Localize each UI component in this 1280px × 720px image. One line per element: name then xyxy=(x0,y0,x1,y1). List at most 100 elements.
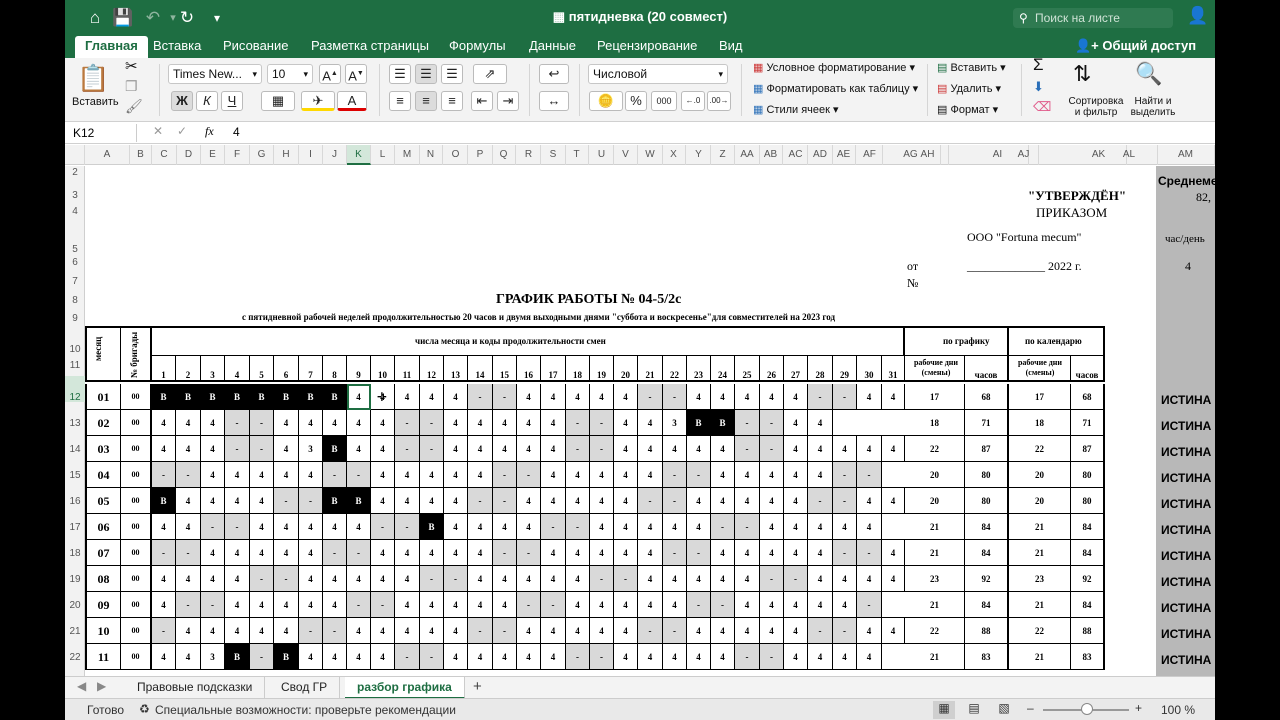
delete-cells-button[interactable]: ▤ Удалить ▾ xyxy=(937,83,1001,96)
day-cell[interactable]: - xyxy=(590,410,614,436)
sort-filter-icon[interactable]: ⇅ xyxy=(1073,62,1091,86)
day-cell[interactable]: 4 xyxy=(687,618,711,644)
day-cell[interactable]: 4 xyxy=(784,644,808,670)
day-cell[interactable]: 4 xyxy=(274,618,299,644)
cut-icon[interactable]: ✂ xyxy=(125,59,138,74)
day-cell[interactable]: - xyxy=(735,514,760,540)
day-cell[interactable]: В xyxy=(225,644,250,670)
row-header-9[interactable]: 9 xyxy=(65,311,85,326)
cal-workdays-cell[interactable]: 17 xyxy=(1009,384,1071,410)
cal-hours-cell[interactable]: 88 xyxy=(1071,618,1105,644)
align-center-icon[interactable]: ≡ xyxy=(415,91,437,111)
day-cell[interactable]: 4 xyxy=(711,566,735,592)
day-cell[interactable]: 4 xyxy=(760,618,784,644)
day-cell[interactable]: 4 xyxy=(323,566,347,592)
row-header-7[interactable]: 7 xyxy=(65,273,85,291)
day-cell[interactable]: 4 xyxy=(857,488,882,514)
day-cell[interactable]: 4 xyxy=(638,592,663,618)
day-cell[interactable]: - xyxy=(274,566,299,592)
day-cell[interactable]: - xyxy=(347,462,371,488)
day-cell[interactable]: 4 xyxy=(468,540,493,566)
column-header-o[interactable]: O xyxy=(444,145,468,165)
day-cell[interactable] xyxy=(882,410,905,436)
day-cell[interactable] xyxy=(882,462,905,488)
day-cell[interactable]: - xyxy=(566,436,590,462)
day-cell[interactable]: 4 xyxy=(201,462,225,488)
workdays-cell[interactable]: 17 xyxy=(905,384,965,410)
day-cell[interactable]: 4 xyxy=(566,462,590,488)
row-header-5[interactable]: 5 xyxy=(65,229,85,255)
cal-workdays-cell[interactable]: 21 xyxy=(1009,540,1071,566)
day-cell[interactable]: - xyxy=(663,540,687,566)
day-cell[interactable]: 4 xyxy=(614,540,638,566)
cal-workdays-cell[interactable]: 22 xyxy=(1009,618,1071,644)
day-cell[interactable]: - xyxy=(323,540,347,566)
align-top-icon[interactable]: ☰ xyxy=(389,64,411,84)
day-cell[interactable]: 4 xyxy=(493,592,517,618)
number-format-select[interactable]: Числовой ▾ xyxy=(588,64,728,84)
day-cell[interactable]: - xyxy=(299,488,323,514)
orientation-icon[interactable]: ⇗ xyxy=(473,64,507,84)
day-cell[interactable]: 4 xyxy=(176,514,201,540)
day-cell[interactable]: 4 xyxy=(395,462,420,488)
day-cell[interactable]: 4 xyxy=(323,514,347,540)
column-header-w[interactable]: W xyxy=(638,145,663,165)
day-cell[interactable]: - xyxy=(395,410,420,436)
column-header-x[interactable]: X xyxy=(662,145,686,165)
workdays-cell[interactable]: 21 xyxy=(905,514,965,540)
day-cell[interactable]: 4 xyxy=(614,384,638,410)
day-cell[interactable]: 4 xyxy=(444,410,468,436)
day-cell[interactable]: 4 xyxy=(566,488,590,514)
day-cell[interactable] xyxy=(882,514,905,540)
hours-cell[interactable]: 80 xyxy=(965,462,1009,488)
day-cell[interactable]: 4 xyxy=(663,436,687,462)
day-cell[interactable]: 4 xyxy=(735,618,760,644)
day-cell[interactable]: - xyxy=(663,488,687,514)
day-cell[interactable]: В xyxy=(347,488,371,514)
day-cell[interactable]: 4 xyxy=(347,436,371,462)
day-cell[interactable]: 4 xyxy=(638,410,663,436)
day-cell[interactable]: 4 xyxy=(468,592,493,618)
borders-icon[interactable]: ▦ xyxy=(261,91,295,111)
day-cell[interactable]: 4 xyxy=(225,618,250,644)
paste-button[interactable]: Вставить xyxy=(72,96,119,109)
day-cell[interactable]: 4 xyxy=(371,566,395,592)
add-sheet-icon[interactable]: + xyxy=(473,678,482,695)
zoom-in-icon[interactable]: + xyxy=(1135,701,1142,715)
hours-cell[interactable]: 84 xyxy=(965,514,1009,540)
day-cell[interactable]: 4 xyxy=(468,566,493,592)
cal-workdays-cell[interactable]: 20 xyxy=(1009,488,1071,514)
day-cell[interactable]: 4 xyxy=(395,566,420,592)
column-header-ad[interactable]: AD xyxy=(808,145,833,165)
day-cell[interactable] xyxy=(857,410,882,436)
day-cell[interactable]: - xyxy=(323,618,347,644)
day-cell[interactable]: - xyxy=(541,592,566,618)
day-cell[interactable]: - xyxy=(176,592,201,618)
row-header-13[interactable]: 13 xyxy=(65,402,85,429)
day-cell[interactable]: 4 xyxy=(225,462,250,488)
day-cell[interactable]: 4 xyxy=(614,618,638,644)
cal-hours-cell[interactable]: 68 xyxy=(1071,384,1105,410)
day-cell[interactable]: - xyxy=(857,462,882,488)
day-cell[interactable]: 4 xyxy=(299,410,323,436)
cal-hours-cell[interactable]: 84 xyxy=(1071,592,1105,618)
day-cell[interactable]: - xyxy=(468,618,493,644)
day-cell[interactable]: - xyxy=(566,410,590,436)
day-cell[interactable]: - xyxy=(420,644,444,670)
row-header-12[interactable]: 12 xyxy=(65,376,85,403)
column-header-ah[interactable]: AH xyxy=(907,145,949,165)
day-cell[interactable]: 4 xyxy=(201,540,225,566)
day-cell[interactable]: 4 xyxy=(420,462,444,488)
day-cell[interactable]: 4 xyxy=(444,514,468,540)
day-cell[interactable]: 4 xyxy=(176,410,201,436)
day-cell[interactable]: 4 xyxy=(201,488,225,514)
day-cell[interactable]: 4 xyxy=(274,436,299,462)
day-cell[interactable]: 4 xyxy=(663,514,687,540)
zoom-out-icon[interactable]: – xyxy=(1027,701,1034,715)
day-cell[interactable]: 4 xyxy=(299,540,323,566)
day-cell[interactable]: 4 xyxy=(663,566,687,592)
formula-input[interactable]: 4 xyxy=(233,125,240,139)
day-cell[interactable]: - xyxy=(444,566,468,592)
column-header-v[interactable]: V xyxy=(614,145,638,165)
day-cell[interactable]: - xyxy=(493,488,517,514)
